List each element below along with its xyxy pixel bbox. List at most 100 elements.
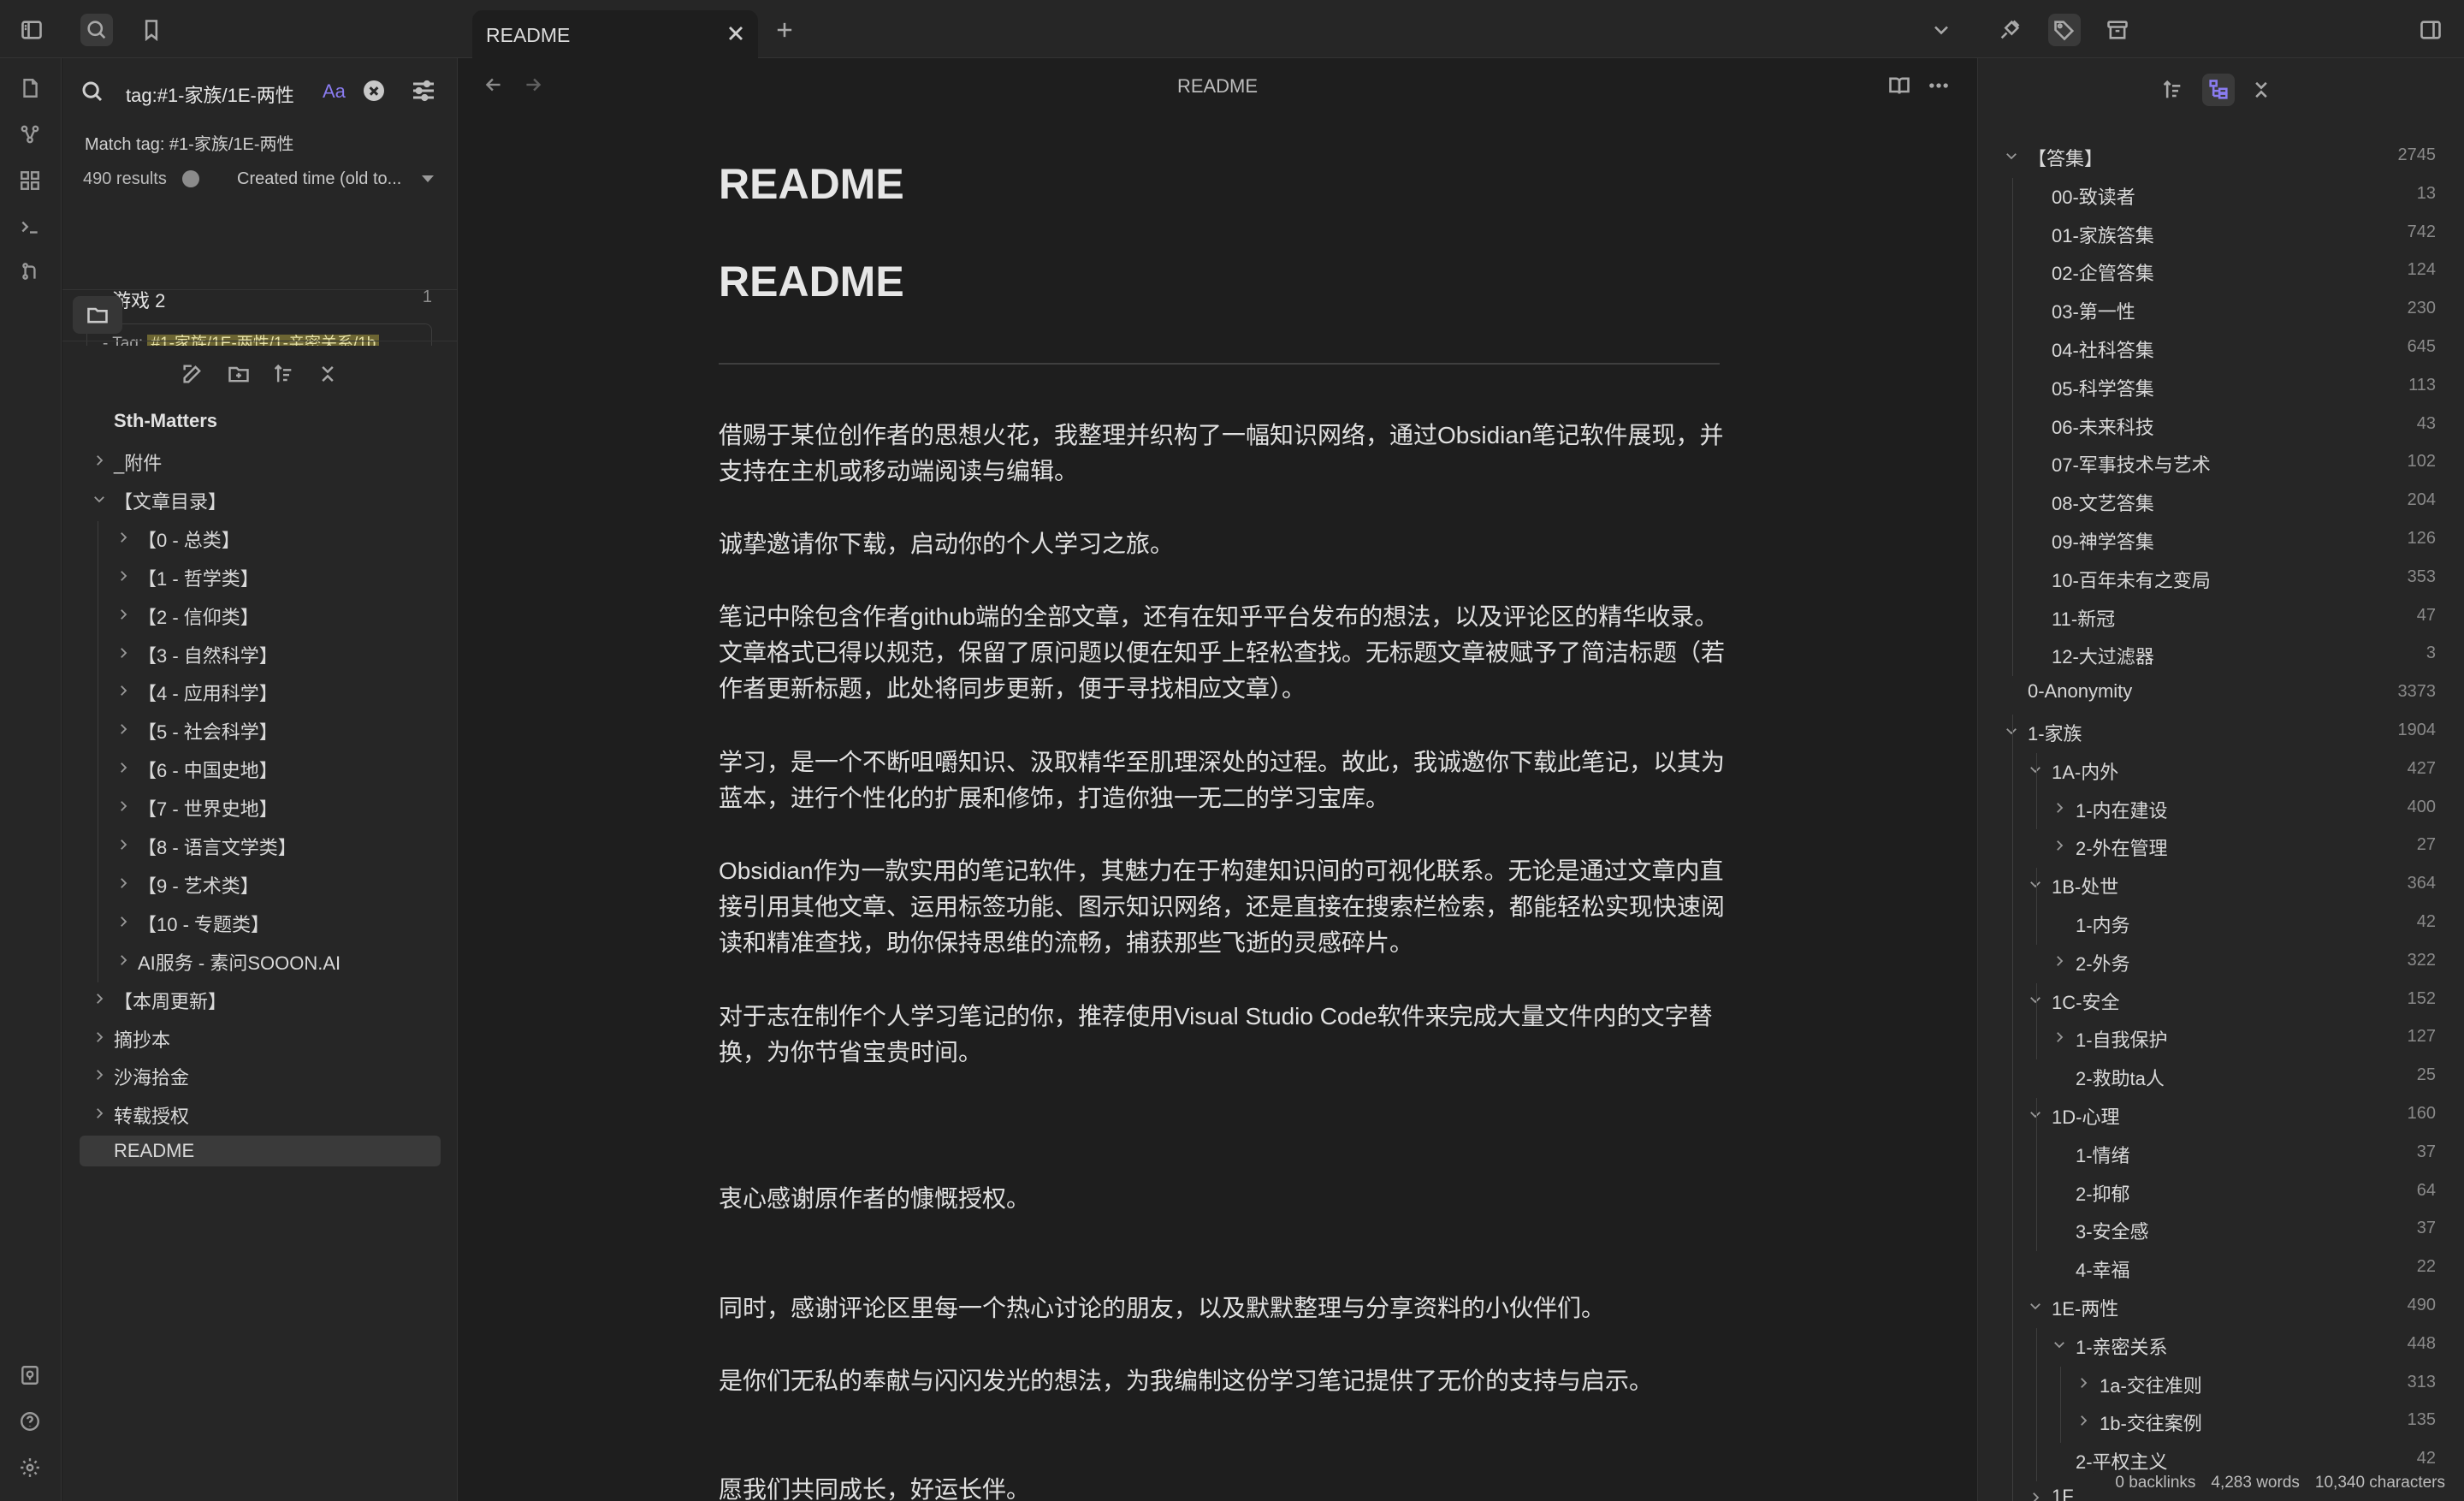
tag-item[interactable]: 1-自我保护 127: [1978, 1021, 2464, 1052]
new-folder-icon[interactable]: [224, 359, 253, 389]
tag-item[interactable]: 1-情绪 37: [1978, 1136, 2464, 1167]
tag-item[interactable]: 09-神学答集 126: [1978, 523, 2464, 554]
chevron-down-icon[interactable]: [92, 489, 107, 512]
chevron-right-icon[interactable]: [92, 1104, 107, 1126]
folder-item[interactable]: 【10 - 专题类】: [80, 905, 441, 936]
tag-item[interactable]: 1A-内外 427: [1978, 753, 2464, 784]
folder-item[interactable]: AI服务 - 素问SOOON.AI: [80, 944, 441, 975]
folder-item[interactable]: 【9 - 艺术类】: [80, 867, 441, 898]
tag-item[interactable]: 3-安全感 37: [1978, 1213, 2464, 1243]
tag-item[interactable]: 【答集】 2745: [1978, 139, 2464, 170]
search-result-snippet[interactable]: - Tag: #1-家族/1E-两性/1-亲密关系/1b: [86, 323, 432, 346]
folder-item[interactable]: 【0 - 总类】: [80, 521, 441, 552]
chevron-down-icon[interactable]: [2004, 146, 2019, 169]
tag-item[interactable]: 1D-心理 160: [1978, 1098, 2464, 1129]
chevron-right-icon[interactable]: [92, 1065, 107, 1088]
tree-icon[interactable]: [2202, 74, 2235, 106]
folder-item[interactable]: 转载授权: [80, 1097, 441, 1128]
terminal-icon[interactable]: [15, 212, 44, 241]
chevron-down-icon[interactable]: [2052, 1335, 2067, 1357]
tag-item[interactable]: 05-科学答集 113: [1978, 370, 2464, 400]
folder-icon[interactable]: [73, 296, 122, 334]
folder-item[interactable]: 【本周更新】: [80, 982, 441, 1013]
chevron-right-icon[interactable]: [2076, 1373, 2091, 1396]
filter-icon[interactable]: [410, 77, 437, 109]
folder-item[interactable]: _附件: [80, 444, 441, 475]
tab-readme[interactable]: README: [472, 10, 758, 58]
folder-item[interactable]: 沙海拾金: [80, 1059, 441, 1089]
tag-item[interactable]: 02-企管答集 124: [1978, 254, 2464, 285]
tag-item[interactable]: 1E-两性 490: [1978, 1290, 2464, 1320]
chevron-right-icon[interactable]: [116, 797, 131, 819]
chevron-right-icon[interactable]: [116, 835, 131, 857]
new-note-icon[interactable]: [178, 359, 207, 389]
match-case-button[interactable]: Aa: [323, 80, 346, 103]
bookmark-icon[interactable]: [135, 14, 168, 46]
tag-item[interactable]: 07-军事技术与艺术 102: [1978, 446, 2464, 477]
chevron-down-icon[interactable]: [2028, 990, 2043, 1012]
folder-item[interactable]: 【2 - 信仰类】: [80, 598, 441, 629]
vault-name[interactable]: Sth-Matters: [114, 406, 439, 436]
tag-item[interactable]: 06-未来科技 43: [1978, 408, 2464, 439]
chevron-right-icon[interactable]: [92, 989, 107, 1012]
search-input[interactable]: tag:#1-家族/1E-两性: [126, 80, 294, 108]
chevron-right-icon[interactable]: [116, 951, 131, 973]
tag-item[interactable]: 1C-安全 152: [1978, 983, 2464, 1014]
folder-item[interactable]: 【1 - 哲学类】: [80, 560, 441, 590]
canvas-icon[interactable]: [15, 166, 44, 195]
collapse-icon[interactable]: [313, 359, 342, 389]
tag-item[interactable]: 04-社科答集 645: [1978, 331, 2464, 362]
plugin-icon[interactable]: [1993, 14, 2026, 46]
folder-item[interactable]: 【6 - 中国史地】: [80, 751, 441, 782]
chevron-right-icon[interactable]: [2052, 798, 2067, 821]
chevron-right-icon[interactable]: [116, 720, 131, 742]
chevron-right-icon[interactable]: [116, 567, 131, 589]
book-icon[interactable]: [1887, 74, 1911, 102]
sidebar-toggle-icon[interactable]: [15, 14, 48, 46]
tag-icon[interactable]: [2048, 14, 2081, 46]
archive-icon[interactable]: [2101, 14, 2134, 46]
tag-item[interactable]: 1a-交往准则 313: [1978, 1367, 2464, 1397]
tag-item[interactable]: 11-新冠 47: [1978, 600, 2464, 631]
tag-item[interactable]: 1-内在建设 400: [1978, 792, 2464, 822]
right-sidebar-icon[interactable]: [2414, 14, 2447, 46]
tag-item[interactable]: 0-Anonymity 3373: [1978, 676, 2464, 707]
tag-item[interactable]: 2-抑郁 64: [1978, 1175, 2464, 1206]
folder-item[interactable]: 摘抄本: [80, 1021, 441, 1052]
sort-icon[interactable]: [2156, 74, 2189, 106]
tag-item[interactable]: 10-百年未有之变局 353: [1978, 561, 2464, 592]
tag-item[interactable]: 12-大过滤器 3: [1978, 638, 2464, 668]
chevron-down-icon[interactable]: [2028, 760, 2043, 782]
search-icon[interactable]: [80, 14, 113, 46]
chevron-right-icon[interactable]: [116, 528, 131, 550]
folder-item[interactable]: 【5 - 社会科学】: [80, 713, 441, 744]
folder-item[interactable]: 【7 - 世界史地】: [80, 790, 441, 821]
tag-item[interactable]: 1-内务 42: [1978, 906, 2464, 937]
files-icon[interactable]: [15, 74, 44, 103]
backlinks-count[interactable]: 0 backlinks: [2115, 1474, 2195, 1492]
tag-item[interactable]: 2-外务 322: [1978, 945, 2464, 976]
chevron-right-icon[interactable]: [92, 1028, 107, 1050]
tag-item[interactable]: 1-家族 1904: [1978, 715, 2464, 745]
chevron-down-icon[interactable]: [1925, 14, 1958, 46]
plus-icon[interactable]: [768, 14, 801, 46]
graph-icon[interactable]: [15, 120, 44, 149]
tag-item[interactable]: 08-文艺答集 204: [1978, 484, 2464, 515]
vault-icon[interactable]: [15, 1361, 44, 1390]
tag-item[interactable]: 2-外在管理 27: [1978, 829, 2464, 860]
chevron-right-icon[interactable]: [116, 758, 131, 780]
more-icon[interactable]: [1927, 74, 1951, 102]
sort-dropdown[interactable]: Created time (old to...: [237, 169, 401, 189]
help-icon[interactable]: [15, 1407, 44, 1436]
chevron-down-icon[interactable]: [2028, 1296, 2043, 1319]
tag-item[interactable]: 2-平权主义 42: [1978, 1443, 2464, 1474]
clear-search-icon[interactable]: [364, 80, 384, 101]
folder-item[interactable]: 【3 - 自然科学】: [80, 637, 441, 667]
settings-icon[interactable]: [15, 1453, 44, 1482]
chevron-right-icon[interactable]: [116, 605, 131, 627]
chevron-right-icon[interactable]: [2052, 1028, 2067, 1050]
chevron-right-icon[interactable]: [116, 644, 131, 666]
file-item[interactable]: README: [80, 1136, 441, 1167]
chevron-down-icon[interactable]: [2028, 1105, 2043, 1127]
chevron-right-icon[interactable]: [92, 451, 107, 473]
